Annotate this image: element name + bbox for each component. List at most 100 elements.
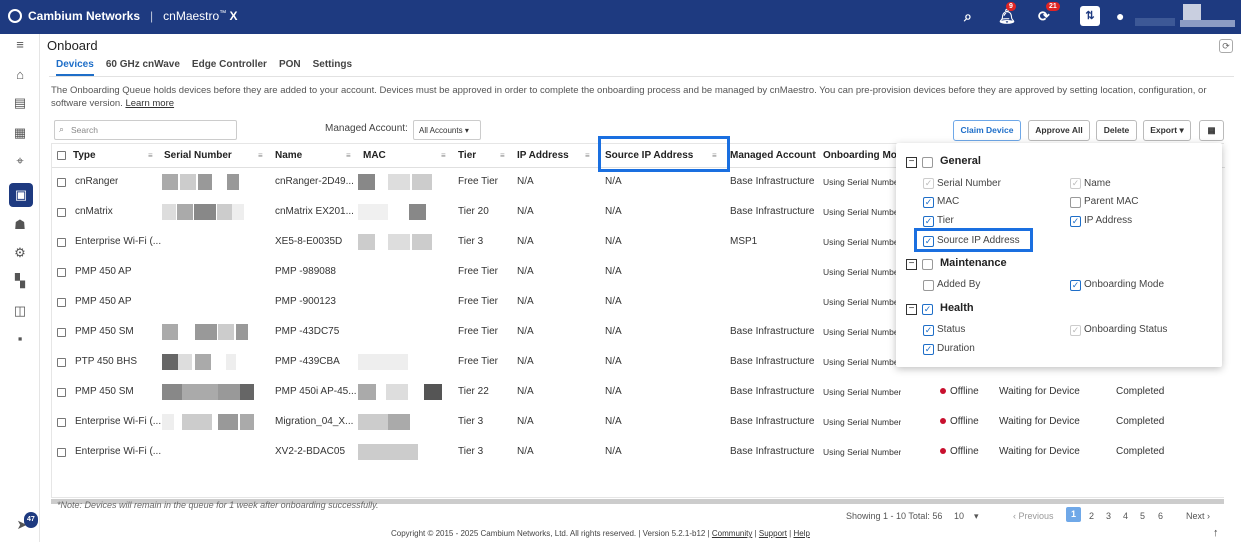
filter-icon[interactable]: ≡ <box>148 151 153 160</box>
cell-name[interactable]: Migration_04_X... <box>275 416 353 427</box>
page-3[interactable]: 3 <box>1106 511 1111 521</box>
general-checkbox[interactable] <box>922 157 933 168</box>
row-checkbox[interactable] <box>57 328 66 337</box>
table-row[interactable]: PMP 450 SM PMP 450i AP-45... Tier 22 N/A N/A… <box>52 378 1225 408</box>
table-icon[interactable]: ▦ <box>12 126 28 140</box>
page-5[interactable]: 5 <box>1140 511 1145 521</box>
cell-type: cnRanger <box>75 176 119 187</box>
added-by-checkbox[interactable] <box>923 280 934 291</box>
filter-icon[interactable]: ≡ <box>346 151 351 160</box>
tab-devices[interactable]: Devices <box>56 59 94 76</box>
filter-icon[interactable]: ≡ <box>441 151 446 160</box>
managed-account-select[interactable]: All Accounts ▾ <box>413 120 481 140</box>
col-onboarding-mode[interactable]: Onboarding Mo <box>823 150 897 161</box>
select-all-checkbox[interactable] <box>57 151 66 160</box>
table-row[interactable]: Enterprise Wi-Fi (... Migration_04_X... Ti… <box>52 408 1225 438</box>
tab-settings[interactable]: Settings <box>313 59 352 76</box>
onboard-icon[interactable]: ▣ <box>9 183 33 207</box>
row-checkbox[interactable] <box>57 178 66 187</box>
next-button[interactable]: Next › <box>1186 511 1210 521</box>
support-link[interactable]: Support <box>759 529 787 538</box>
ip-address-checkbox[interactable]: ✓ <box>1070 216 1081 227</box>
notifications-icon[interactable]: ➤ 47 <box>14 512 38 532</box>
collapse-health-icon[interactable]: − <box>906 304 917 315</box>
status-checkbox[interactable]: ✓ <box>923 325 934 336</box>
col-managed-account[interactable]: Managed Account <box>730 150 816 161</box>
menu-icon[interactable]: ≡ <box>12 38 28 52</box>
page-6[interactable]: 6 <box>1158 511 1163 521</box>
help-link[interactable]: Help <box>793 529 809 538</box>
page-4[interactable]: 4 <box>1123 511 1128 521</box>
cell-name[interactable]: PMP -43DC75 <box>275 326 339 337</box>
row-checkbox[interactable] <box>57 208 66 217</box>
filter-icon[interactable]: ≡ <box>258 151 263 160</box>
col-serial[interactable]: Serial Number <box>164 150 232 161</box>
filter-icon[interactable]: ≡ <box>500 151 505 160</box>
tier-checkbox[interactable]: ✓ <box>923 216 934 227</box>
collapse-general-icon[interactable]: − <box>906 157 917 168</box>
parent-mac-checkbox[interactable] <box>1070 197 1081 208</box>
refresh-icon[interactable]: ⟳ <box>1219 39 1233 53</box>
row-checkbox[interactable] <box>57 388 66 397</box>
search-input[interactable]: ⌕ Search <box>54 120 237 140</box>
tab-pon[interactable]: PON <box>279 59 301 76</box>
apps-icon[interactable]: ▚ <box>12 274 28 288</box>
cell-name[interactable]: cnMatrix EX201... <box>275 206 354 217</box>
approve-all-button[interactable]: Approve All <box>1028 120 1090 141</box>
settings-icon[interactable]: ⚙ <box>12 246 28 260</box>
brand[interactable]: Cambium Networks | cnMaestro™ X <box>8 9 238 23</box>
tab-edge-controller[interactable]: Edge Controller <box>192 59 267 76</box>
col-ip[interactable]: IP Address <box>517 150 569 161</box>
row-checkbox[interactable] <box>57 268 66 277</box>
per-page-select[interactable]: 10 ▾ <box>954 511 979 522</box>
row-checkbox[interactable] <box>57 358 66 367</box>
tab-60ghz-cnwave[interactable]: 60 GHz cnWave <box>106 59 180 76</box>
col-tier[interactable]: Tier <box>458 150 476 161</box>
table-row[interactable]: Enterprise Wi-Fi (... XV2-2-BDAC05 Tier 3 N… <box>52 438 1225 468</box>
cell-name[interactable]: XV2-2-BDAC05 <box>275 446 345 457</box>
previous-button[interactable]: ‹ Previous <box>1013 511 1054 521</box>
claim-device-button[interactable]: Claim Device <box>953 120 1021 141</box>
duration-checkbox[interactable]: ✓ <box>923 344 934 355</box>
billing-icon[interactable]: ▪ <box>12 332 28 346</box>
filter-icon[interactable]: ≡ <box>585 151 590 160</box>
home-icon[interactable]: ⌂ <box>12 68 28 82</box>
cell-name[interactable]: PMP -439CBA <box>275 356 340 367</box>
page-2[interactable]: 2 <box>1089 511 1094 521</box>
sync-icon[interactable]: ⟳ 21 <box>1038 2 1060 25</box>
collapse-maintenance-icon[interactable]: − <box>906 259 917 270</box>
mac-checkbox[interactable]: ✓ <box>923 197 934 208</box>
cell-name[interactable]: PMP -900123 <box>275 296 336 307</box>
cell-name[interactable]: PMP -989088 <box>275 266 336 277</box>
community-link[interactable]: Community <box>712 529 752 538</box>
cell-onboarding-status: Completed <box>1116 416 1165 427</box>
col-mac[interactable]: MAC <box>363 150 386 161</box>
export-button[interactable]: Export ▾ <box>1143 120 1191 141</box>
monitor-icon[interactable]: ▤ <box>12 96 28 110</box>
maintenance-checkbox[interactable] <box>922 259 933 270</box>
col-name[interactable]: Name <box>275 150 302 161</box>
scroll-top-icon[interactable]: ↑ <box>1213 527 1219 539</box>
row-checkbox[interactable] <box>57 448 66 457</box>
bell-icon[interactable]: 🔔︎ 9 <box>998 2 1016 25</box>
delete-button[interactable]: Delete <box>1096 120 1137 141</box>
account-icon[interactable]: ● <box>1116 8 1124 24</box>
row-checkbox[interactable] <box>57 418 66 427</box>
columns-button[interactable]: ▦ <box>1199 120 1224 141</box>
onboarding-mode-checkbox[interactable]: ✓ <box>1070 280 1081 291</box>
cell-name[interactable]: XE5-8-E0035D <box>275 236 342 247</box>
backup-icon[interactable]: ◫ <box>12 304 28 318</box>
cell-name[interactable]: PMP 450i AP-45... <box>275 386 357 397</box>
cell-onboarding-mode: Using Serial Number <box>823 417 902 427</box>
col-type[interactable]: Type <box>73 150 96 161</box>
search-icon[interactable]: ⌕ <box>964 8 972 25</box>
row-checkbox[interactable] <box>57 298 66 307</box>
users-icon[interactable]: ☗ <box>12 218 28 232</box>
health-checkbox[interactable]: ✓ <box>922 304 933 315</box>
page-1[interactable]: 1 <box>1066 507 1081 522</box>
cell-name[interactable]: cnRanger-2D49... <box>275 176 354 187</box>
user-switch-icon[interactable]: ⇅ <box>1080 6 1100 26</box>
location-icon[interactable]: ⌖ <box>12 154 28 168</box>
learn-more-link[interactable]: Learn more <box>125 98 174 109</box>
row-checkbox[interactable] <box>57 238 66 247</box>
